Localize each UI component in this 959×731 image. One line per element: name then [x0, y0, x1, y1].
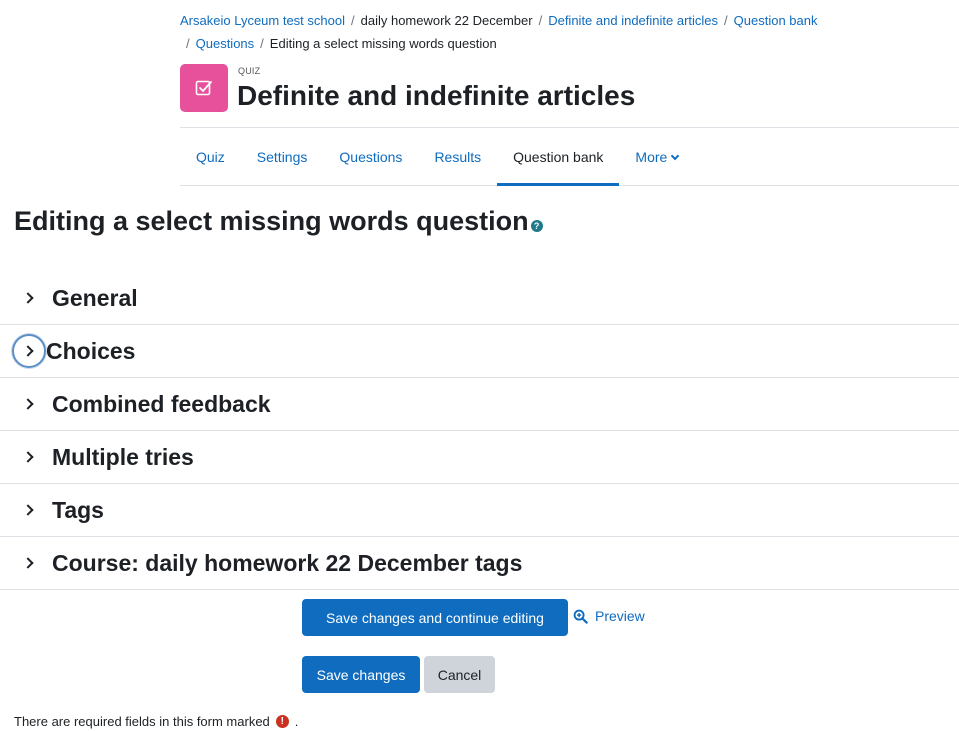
breadcrumb-separator: / — [538, 13, 543, 28]
tab-results[interactable]: Results — [418, 128, 497, 185]
required-fields-note: There are required fields in this form m… — [14, 714, 298, 729]
quiz-checkbox-icon — [180, 64, 228, 112]
tab-quiz[interactable]: Quiz — [180, 128, 241, 185]
section-label: General — [52, 284, 138, 311]
section-course-tags[interactable]: Course: daily homework 22 December tags — [0, 537, 959, 590]
breadcrumb-separator: / — [260, 36, 264, 51]
breadcrumb-course: daily homework 22 December — [360, 13, 533, 28]
chevron-right-glyph — [21, 557, 34, 569]
cancel-button[interactable]: Cancel — [424, 656, 495, 693]
save-and-continue-button[interactable]: Save changes and continue editing — [302, 599, 568, 636]
form-sections: General Choices Combined feedback Multip… — [0, 272, 959, 590]
section-general[interactable]: General — [0, 272, 959, 325]
module-label: QUIZ — [238, 66, 261, 76]
quiz-title: Definite and indefinite articles — [237, 80, 636, 111]
breadcrumb-course-category[interactable]: Arsakeio Lyceum test school — [180, 13, 345, 28]
help-icon[interactable]: ? — [530, 219, 543, 232]
chevron-right-glyph — [21, 345, 34, 357]
chevron-right-glyph — [21, 292, 34, 304]
chevron-right-icon[interactable] — [12, 546, 46, 580]
section-choices[interactable]: Choices — [0, 325, 959, 378]
required-note-suffix: . — [294, 714, 299, 729]
save-changes-button[interactable]: Save changes — [302, 656, 420, 693]
breadcrumb-quiz[interactable]: Definite and indefinite articles — [548, 13, 718, 28]
section-label: Choices — [46, 337, 136, 364]
chevron-right-glyph — [21, 504, 34, 516]
section-label: Combined feedback — [52, 390, 271, 417]
breadcrumb-questions[interactable]: Questions — [196, 36, 255, 51]
section-label: Tags — [52, 496, 104, 523]
chevron-right-icon[interactable] — [12, 334, 46, 368]
page-heading: Editing a select missing words question? — [14, 206, 543, 237]
tab-settings[interactable]: Settings — [241, 128, 324, 185]
breadcrumb-separator: / — [350, 13, 355, 28]
breadcrumb-question-bank[interactable]: Question bank — [734, 13, 818, 28]
section-label: Course: daily homework 22 December tags — [52, 549, 523, 576]
section-tags[interactable]: Tags — [0, 484, 959, 537]
breadcrumb-separator: / — [724, 13, 728, 28]
tab-question-bank[interactable]: Question bank — [497, 128, 620, 186]
required-note-text: There are required fields in this form m… — [14, 714, 270, 729]
tab-questions[interactable]: Questions — [323, 128, 418, 185]
preview-label: Preview — [595, 608, 645, 624]
breadcrumb-separator: / — [186, 36, 190, 51]
breadcrumb-current: Editing a select missing words question — [269, 36, 497, 51]
chevron-right-glyph — [21, 451, 34, 463]
secondary-navigation: Quiz Settings Questions Results Question… — [180, 128, 959, 186]
quiz-checkbox-icon-glyph — [195, 80, 212, 96]
tab-more-label: More — [635, 149, 668, 165]
chevron-right-icon[interactable] — [12, 387, 46, 421]
chevron-right-glyph — [21, 398, 34, 410]
section-multiple-tries[interactable]: Multiple tries — [0, 431, 959, 484]
chevron-right-icon[interactable] — [12, 493, 46, 527]
chevron-right-icon[interactable] — [12, 440, 46, 474]
preview-link[interactable]: Preview — [573, 608, 645, 624]
chevron-right-icon[interactable] — [12, 281, 46, 315]
section-label: Multiple tries — [52, 443, 194, 470]
chevron-down-icon — [671, 151, 680, 161]
magnifier-plus-icon — [573, 609, 588, 624]
required-exclamation-icon: ! — [275, 715, 289, 728]
section-combined-feedback[interactable]: Combined feedback — [0, 378, 959, 431]
tab-more[interactable]: More — [619, 128, 694, 185]
breadcrumb: Arsakeio Lyceum test school / daily homewo… — [180, 9, 950, 55]
page-heading-text: Editing a select missing words question — [14, 206, 529, 236]
